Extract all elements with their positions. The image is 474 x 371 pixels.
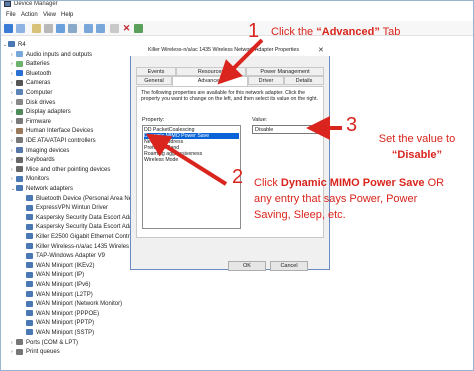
arrow-1 — [217, 38, 264, 85]
step-2-number: 2 — [232, 166, 244, 188]
arrow-2 — [145, 133, 228, 186]
step-2-text: Click Dynamic MIMO Power Save OR any ent… — [254, 177, 445, 221]
step-1-number: 1 — [248, 20, 260, 42]
step-3-number: 3 — [346, 114, 358, 136]
step-3-text: Set the value to “Disable” — [378, 133, 456, 161]
step-1-text: Click the “Advanced” Tab — [271, 26, 401, 38]
